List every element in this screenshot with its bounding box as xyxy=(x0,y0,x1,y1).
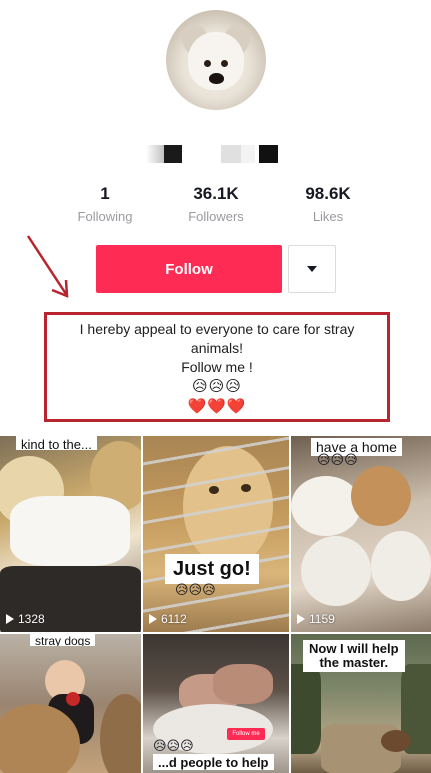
view-count-text-2: 6112 xyxy=(161,612,187,626)
play-icon xyxy=(6,614,14,624)
sad-emoji-2: 😥😥😥 xyxy=(175,582,216,597)
likes-label: Likes xyxy=(312,209,344,224)
bio-line-1: I hereby appeal to everyone to care for … xyxy=(79,321,355,337)
view-count-1: 1328 xyxy=(6,612,45,626)
followers-count: 36.1K xyxy=(193,184,239,203)
stat-followers[interactable]: 36.1K Followers xyxy=(166,184,266,224)
video-caption-6: Now I will help the master. xyxy=(303,640,405,672)
following-count: 1 xyxy=(100,184,110,203)
puppy-eye-left xyxy=(204,60,211,67)
puppy-eye-right xyxy=(221,60,228,67)
sad-emoji-3: 😥😥😥 xyxy=(317,452,358,467)
video-caption-4: stray dogs xyxy=(30,634,96,646)
puppy-nose xyxy=(209,73,224,84)
red-arrow-icon xyxy=(26,235,69,298)
bio-line-2: animals! xyxy=(190,340,244,356)
following-label: Following xyxy=(77,209,133,224)
view-count-2: 6112 xyxy=(149,612,187,626)
video-thumbnail-4[interactable]: stray dogs xyxy=(0,634,141,773)
video-thumbnail-1[interactable]: kind to the... 1328 xyxy=(0,436,141,632)
likes-count: 98.6K xyxy=(305,184,351,203)
video-caption-2: Just go! xyxy=(165,554,259,584)
follow-me-chip: Follow me xyxy=(227,728,265,740)
sad-emoji-5: 😥😥😥 xyxy=(153,738,194,753)
stat-following[interactable]: 1 Following xyxy=(55,184,155,224)
video-thumbnail-6[interactable]: Now I will help the master. xyxy=(291,634,431,773)
video-thumbnail-3[interactable]: have a home 😥😥😥 1159 xyxy=(291,436,431,632)
video-caption-6-line-1: Now I will help xyxy=(309,641,399,656)
video-thumbnail-5[interactable]: Follow me 😥😥😥 ...d people to help xyxy=(143,634,289,773)
followers-label: Followers xyxy=(188,209,244,224)
video-caption-6-line-2: the master. xyxy=(319,655,389,670)
avatar[interactable] xyxy=(166,10,266,110)
video-grid: kind to the... 1328 Just go! 😥😥😥 6112 ha… xyxy=(0,436,431,773)
sad-face-emojis: 😥😥😥 xyxy=(192,378,242,395)
cage-bars xyxy=(143,436,289,632)
play-icon xyxy=(297,614,305,624)
video-caption-1: kind to the... xyxy=(16,436,97,450)
heart-emojis: ❤️❤️❤️ xyxy=(187,398,247,415)
bio-box: I hereby appeal to everyone to care for … xyxy=(44,312,390,422)
username-pixelated xyxy=(146,145,281,165)
more-options-button[interactable] xyxy=(288,245,336,293)
video-thumbnail-2[interactable]: Just go! 😥😥😥 6112 xyxy=(143,436,289,632)
video-caption-5: ...d people to help xyxy=(153,754,274,770)
view-count-3: 1159 xyxy=(297,612,335,626)
play-icon xyxy=(149,614,157,624)
view-count-text-3: 1159 xyxy=(309,612,335,626)
view-count-text-1: 1328 xyxy=(18,612,45,626)
caret-down-icon xyxy=(307,266,317,272)
bio-line-3: Follow me ! xyxy=(181,359,253,375)
follow-button[interactable]: Follow xyxy=(96,245,282,293)
stat-likes[interactable]: 98.6K Likes xyxy=(278,184,378,224)
